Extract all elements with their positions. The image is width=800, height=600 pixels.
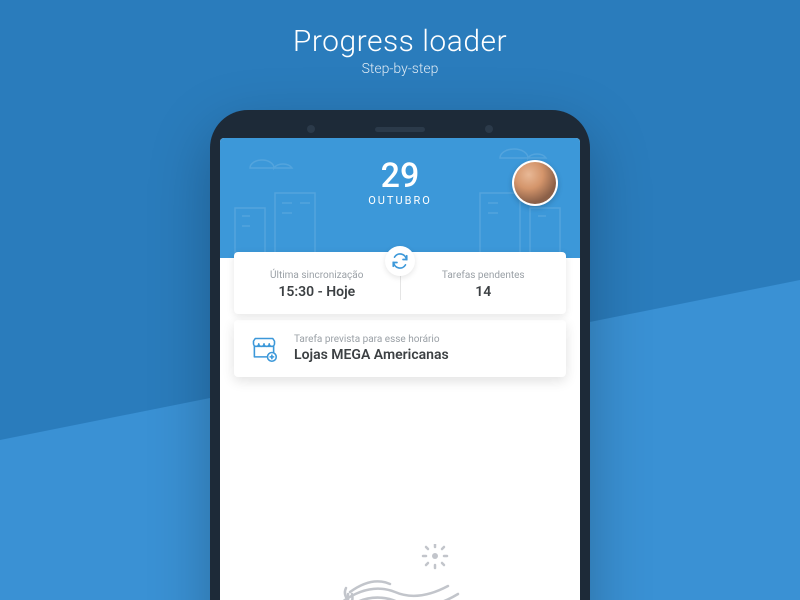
last-sync-label: Última sincronização [234,270,400,281]
scheduled-task-card[interactable]: Tarefa prevista para esse horário Lojas … [234,320,566,377]
page-subtitle: Step-by-step [0,61,800,77]
phone-sensor [485,125,493,133]
last-sync-value: 15:30 - Hoje [234,284,400,300]
phone-frame: 29 OUTUBRO Última sincronização 15:30 - … [210,110,590,600]
empty-state [220,398,580,600]
pending-tasks-value: 14 [401,284,567,300]
phone-screen: 29 OUTUBRO Última sincronização 15:30 - … [220,138,580,600]
task-value: Lojas MEGA Americanas [294,347,550,363]
task-label: Tarefa prevista para esse horário [294,334,550,345]
pending-tasks-cell: Tarefas pendentes 14 [400,270,567,300]
phone-hardware [220,120,580,138]
landscape-illustration-icon [330,544,470,600]
last-sync-cell: Última sincronização 15:30 - Hoje [234,270,400,300]
phone-speaker [375,127,425,132]
sync-button[interactable] [385,246,415,276]
store-icon [250,335,278,363]
app-header: 29 OUTUBRO [220,138,580,258]
pending-tasks-label: Tarefas pendentes [401,270,567,281]
avatar-image [514,162,556,204]
headline: Progress loader Step-by-step [0,24,800,77]
sync-icon [391,252,409,270]
avatar[interactable] [512,160,558,206]
phone-camera [307,125,315,133]
page-title: Progress loader [0,24,800,59]
